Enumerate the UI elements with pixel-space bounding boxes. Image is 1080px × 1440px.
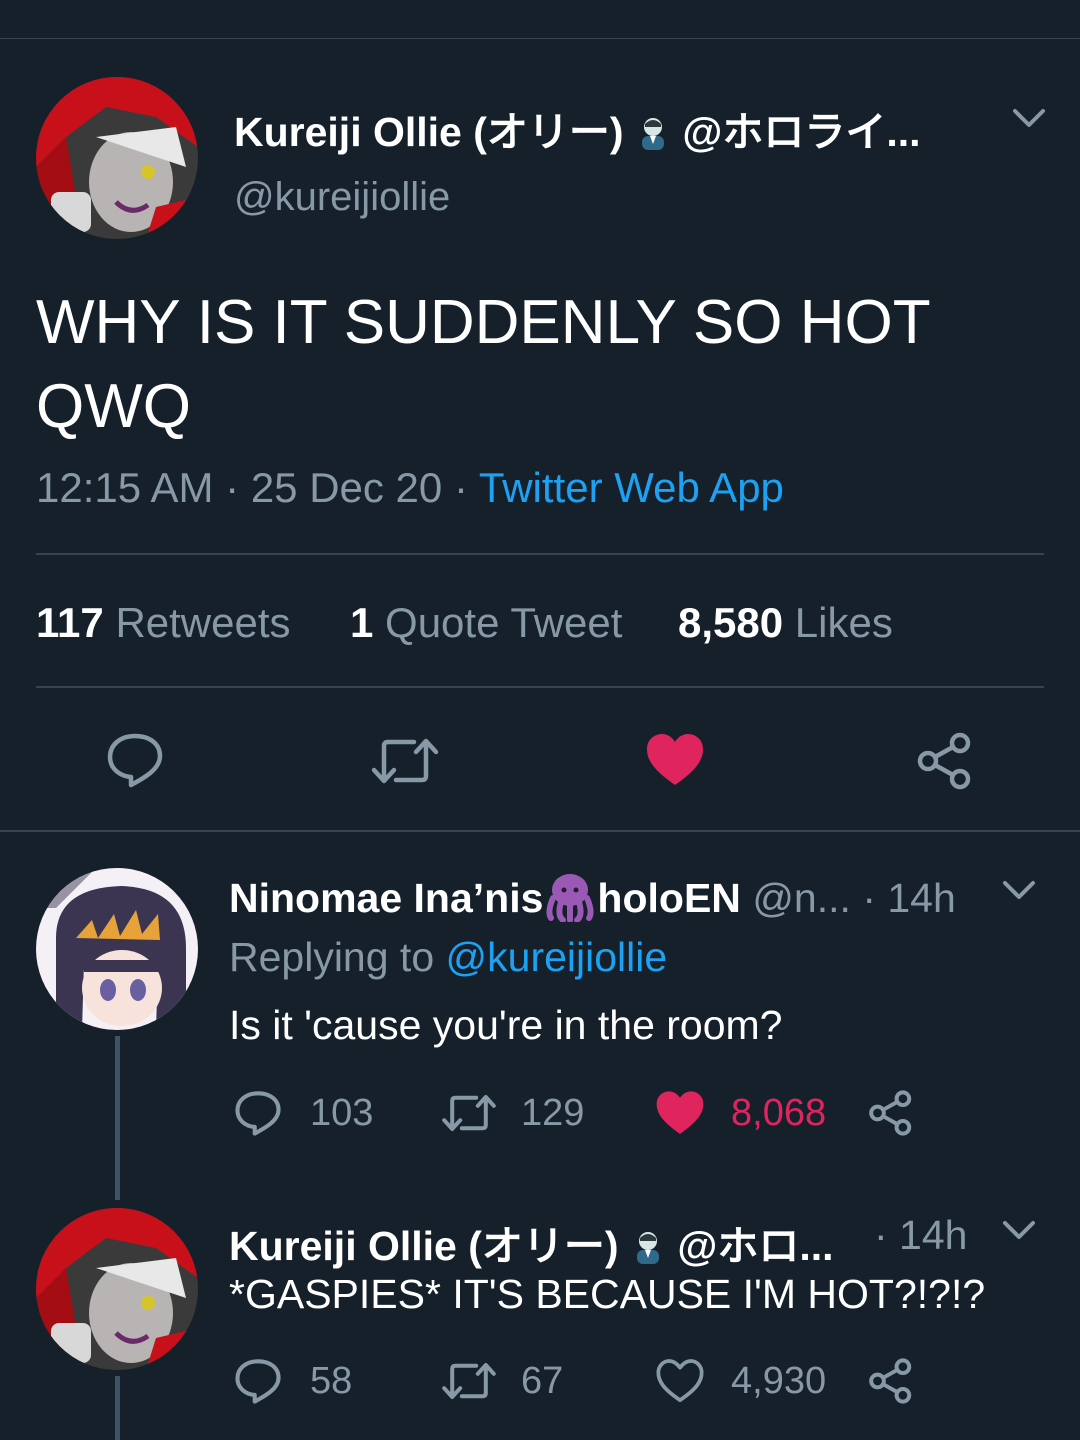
meta-separator: · <box>453 464 468 511</box>
octopus-emoji-icon <box>543 872 597 923</box>
retweets-label: Retweets <box>115 599 291 646</box>
retweets-count: 117 <box>36 599 104 646</box>
chevron-down-icon[interactable] <box>1012 108 1046 130</box>
reply2-author-suffix: @ホロ... <box>677 1223 834 1269</box>
main-author-suffix: @ホロライ... <box>682 109 921 155</box>
main-tweet-text-line1: WHY IS IT SUDDENLY SO HOT <box>36 288 931 357</box>
main-tweet-meta: 12:15 AM · 25 Dec 20 · Twitter Web App <box>36 464 784 512</box>
reply1-replying-to: Replying to @kureijiollie <box>229 934 667 981</box>
section-divider <box>0 830 1080 832</box>
reply1-text: Is it 'cause you're in the room? <box>229 1002 783 1048</box>
reply1-author-suffix: holoEN <box>597 875 741 921</box>
main-tweet-text-line2: QWQ <box>36 372 191 441</box>
chevron-down-icon[interactable] <box>1002 1220 1036 1242</box>
reply1-author-name: Ninomae Ina’nis <box>229 875 544 921</box>
divider <box>36 553 1044 555</box>
quotes-count: 1 <box>350 599 374 646</box>
tweet-client-link[interactable]: Twitter Web App <box>479 464 784 511</box>
reply-icon[interactable] <box>234 1090 282 1136</box>
meta-separator: · <box>225 464 240 511</box>
chevron-down-icon[interactable] <box>1002 880 1036 902</box>
quotes-stat[interactable]: 1 Quote Tweet <box>350 599 622 647</box>
share-icon[interactable] <box>868 1358 914 1404</box>
retweet-icon[interactable] <box>441 1093 497 1133</box>
reply2-text: *GASPIES* IT'S BECAUSE I'M HOT?!?!? <box>229 1271 986 1317</box>
heart-outline-icon[interactable] <box>655 1358 705 1404</box>
heart-filled-icon[interactable] <box>645 733 705 787</box>
main-tweet-handle[interactable]: @kureijiollie <box>234 175 450 220</box>
reply-icon[interactable] <box>106 732 164 788</box>
reply1-handle: @n... <box>752 875 851 921</box>
likes-count: 8,580 <box>678 599 784 646</box>
reply2-time: · 14h <box>874 1212 968 1258</box>
main-author-name: Kureiji Ollie (オリー) <box>234 109 624 155</box>
reply1-author[interactable]: Ninomae Ina’nis holoEN @n... · 14h <box>229 872 956 923</box>
ina-avatar[interactable] <box>36 868 198 1030</box>
zombie-emoji-icon <box>635 115 671 151</box>
share-icon[interactable] <box>916 732 974 790</box>
replying-handle-link[interactable]: @kureijiollie <box>446 934 668 980</box>
reply2-author[interactable]: Kureiji Ollie (オリー) @ホロ... <box>229 1212 834 1272</box>
tweet-date: 25 Dec 20 <box>250 464 443 511</box>
replying-label: Replying to <box>229 934 435 980</box>
tweet-time: 12:15 AM <box>36 464 214 511</box>
thread-line <box>115 1036 120 1200</box>
reply2-replies-count: 58 <box>310 1360 353 1402</box>
reply1-retweets-count: 129 <box>521 1092 585 1134</box>
reply1-replies-count: 103 <box>310 1092 374 1134</box>
retweet-icon[interactable] <box>441 1361 497 1401</box>
reply2-likes-count: 4,930 <box>731 1360 827 1402</box>
ollie-avatar[interactable] <box>36 77 198 239</box>
reply-icon[interactable] <box>234 1358 282 1404</box>
quotes-label: Quote Tweet <box>385 599 623 646</box>
reply2-author-name: Kureiji Ollie (オリー) <box>229 1223 619 1269</box>
retweets-stat[interactable]: 117 Retweets <box>36 599 291 647</box>
ollie-avatar[interactable] <box>36 1208 198 1370</box>
likes-label: Likes <box>794 599 893 646</box>
reply2-retweets-count: 67 <box>521 1360 564 1402</box>
heart-filled-icon[interactable] <box>655 1090 705 1136</box>
share-icon[interactable] <box>868 1090 914 1136</box>
zombie-emoji-icon <box>630 1229 666 1265</box>
likes-stat[interactable]: 8,580 Likes <box>678 599 893 647</box>
retweet-icon[interactable] <box>370 736 440 786</box>
top-divider <box>0 38 1080 39</box>
reply1-time: · 14h <box>862 875 956 921</box>
reply1-likes-count: 8,068 <box>731 1092 827 1134</box>
divider <box>36 686 1044 688</box>
thread-line <box>115 1376 120 1440</box>
main-tweet-author[interactable]: Kureiji Ollie (オリー) @ホロライ... <box>234 98 921 158</box>
